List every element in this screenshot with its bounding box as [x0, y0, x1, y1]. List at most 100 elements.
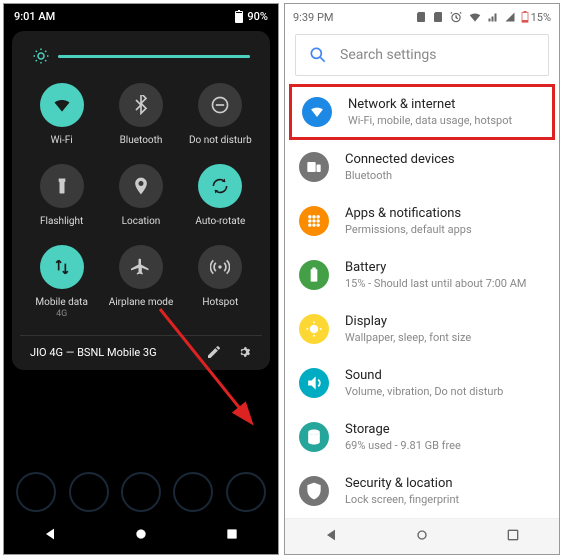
location-icon	[119, 164, 163, 208]
item-title: Sound	[345, 368, 503, 383]
sound-icon	[299, 368, 329, 398]
signal-icon	[487, 11, 499, 23]
tile-label: Bluetooth	[103, 135, 178, 146]
tile-label: Mobile data	[24, 297, 99, 308]
item-title: Apps & notifications	[345, 206, 472, 221]
back-button[interactable]	[323, 527, 339, 547]
tile-label: Wi-Fi	[24, 135, 99, 146]
status-bar: 9:39 PM 15%	[285, 4, 559, 26]
qs-tile-bluetooth[interactable]: Bluetooth	[103, 83, 178, 146]
dock-app-icon[interactable]	[121, 472, 161, 512]
clock: 9:01 AM	[14, 10, 55, 23]
airplane-icon	[119, 245, 163, 289]
item-title: Storage	[345, 422, 461, 437]
home-button[interactable]	[414, 527, 430, 547]
qs-tile-location[interactable]: Location	[103, 164, 178, 227]
settings-item-security[interactable]: Security & location Lock screen, fingerpr…	[285, 464, 559, 518]
tile-label: Do not disturb	[183, 135, 258, 146]
network-label: JIO 4G — BSNL Mobile 3G	[30, 346, 157, 359]
battery-status: 90%	[235, 10, 268, 23]
clock: 9:39 PM	[293, 11, 333, 24]
dock-app-icon[interactable]	[226, 472, 266, 512]
storage-icon	[299, 422, 329, 452]
tile-label: Hotspot	[183, 297, 258, 308]
battery-icon	[235, 11, 243, 23]
data-icon	[40, 245, 84, 289]
settings-item-storage[interactable]: Storage 69% used - 9.81 GB free	[285, 410, 559, 464]
qs-tile-flashlight[interactable]: Flashlight	[24, 164, 99, 227]
wifi-icon	[468, 10, 482, 24]
tile-label: Location	[103, 216, 178, 227]
search-settings[interactable]: Search settings	[295, 34, 549, 76]
apps-icon	[299, 206, 329, 236]
navigation-bar	[285, 518, 559, 554]
back-button[interactable]	[42, 526, 58, 546]
brightness-icon	[32, 47, 50, 65]
battery-icon	[299, 260, 329, 290]
item-subtitle: 69% used - 9.81 GB free	[345, 439, 461, 452]
security-icon	[299, 476, 329, 506]
signal-icon	[504, 11, 516, 23]
settings-item-display[interactable]: DisplayWallpaper, sleep, font size	[285, 302, 559, 356]
sim-icon	[415, 11, 427, 23]
wifi-icon	[302, 97, 332, 127]
item-subtitle: Volume, vibration, Do not disturb	[345, 385, 503, 398]
tile-label: Flashlight	[24, 216, 99, 227]
hotspot-icon	[198, 245, 242, 289]
qs-tile-data[interactable]: Mobile data4G	[24, 245, 99, 319]
tile-sublabel: 4G	[24, 309, 99, 319]
rotate-icon	[198, 164, 242, 208]
status-bar: 9:01 AM 90%	[4, 4, 278, 25]
bluetooth-icon	[119, 83, 163, 127]
item-title: Connected devices	[345, 152, 455, 167]
wifi-icon	[40, 83, 84, 127]
tile-label: Auto-rotate	[183, 216, 258, 227]
edit-icon[interactable]	[206, 344, 222, 360]
settings-list: Network & internet Wi-Fi, mobile, data us…	[285, 84, 559, 518]
qs-tile-airplane[interactable]: Airplane mode	[103, 245, 178, 319]
dock-app-icon[interactable]	[16, 472, 56, 512]
search-placeholder: Search settings	[340, 47, 437, 63]
item-subtitle: Wi-Fi, mobile, data usage, hotspot	[348, 114, 512, 127]
dock-app-icon[interactable]	[69, 472, 109, 512]
brightness-slider[interactable]	[20, 43, 262, 79]
brightness-track[interactable]	[58, 55, 250, 58]
qs-tile-hotspot[interactable]: Hotspot	[183, 245, 258, 319]
home-button[interactable]	[133, 526, 149, 546]
settings-item-apps[interactable]: Apps & notifications Permissions, default…	[285, 194, 559, 248]
search-icon	[308, 45, 328, 65]
dnd-icon	[198, 83, 242, 127]
sim-icon	[432, 11, 444, 23]
battery-icon	[521, 11, 529, 23]
settings-screen: 9:39 PM 15% Search settings Network & in…	[284, 3, 560, 555]
settings-item-sound[interactable]: Sound Volume, vibration, Do not disturb	[285, 356, 559, 410]
display-icon	[299, 314, 329, 344]
devices-icon	[299, 152, 329, 182]
settings-item-battery[interactable]: Battery 15% - Should last until about 7:0…	[285, 248, 559, 302]
item-subtitle: Permissions, default apps	[345, 223, 472, 236]
item-subtitle: 15% - Should last until about 7:00 AM	[345, 277, 526, 290]
battery-status: 15%	[521, 11, 551, 24]
qs-tile-wifi[interactable]: Wi-Fi	[24, 83, 99, 146]
settings-item-wifi[interactable]: Network & internet Wi-Fi, mobile, data us…	[289, 84, 555, 140]
quick-settings-panel: Wi-Fi Bluetooth Do not disturb Flashlight Lo…	[12, 31, 270, 370]
qs-tile-dnd[interactable]: Do not disturb	[183, 83, 258, 146]
quick-settings-screen: 9:01 AM 90% Wi-Fi Bluetooth Do not disturb…	[3, 3, 279, 555]
flashlight-icon	[40, 164, 84, 208]
tile-label: Airplane mode	[103, 297, 178, 308]
item-subtitle: Lock screen, fingerprint	[345, 493, 459, 506]
item-subtitle: Bluetooth	[345, 169, 455, 182]
settings-item-devices[interactable]: Connected devices Bluetooth	[285, 140, 559, 194]
dock-app-icon[interactable]	[173, 472, 213, 512]
recents-button[interactable]	[505, 527, 521, 547]
qs-footer: JIO 4G — BSNL Mobile 3G	[20, 335, 262, 362]
qs-tile-rotate[interactable]: Auto-rotate	[183, 164, 258, 227]
item-title: Battery	[345, 260, 526, 275]
item-title: Network & internet	[348, 97, 512, 112]
item-subtitle: Wallpaper, sleep, font size	[345, 331, 471, 344]
recents-button[interactable]	[224, 526, 240, 546]
navigation-bar	[4, 518, 278, 554]
item-title: Security & location	[345, 476, 459, 491]
home-dock	[4, 466, 278, 518]
gear-icon[interactable]	[236, 344, 252, 360]
